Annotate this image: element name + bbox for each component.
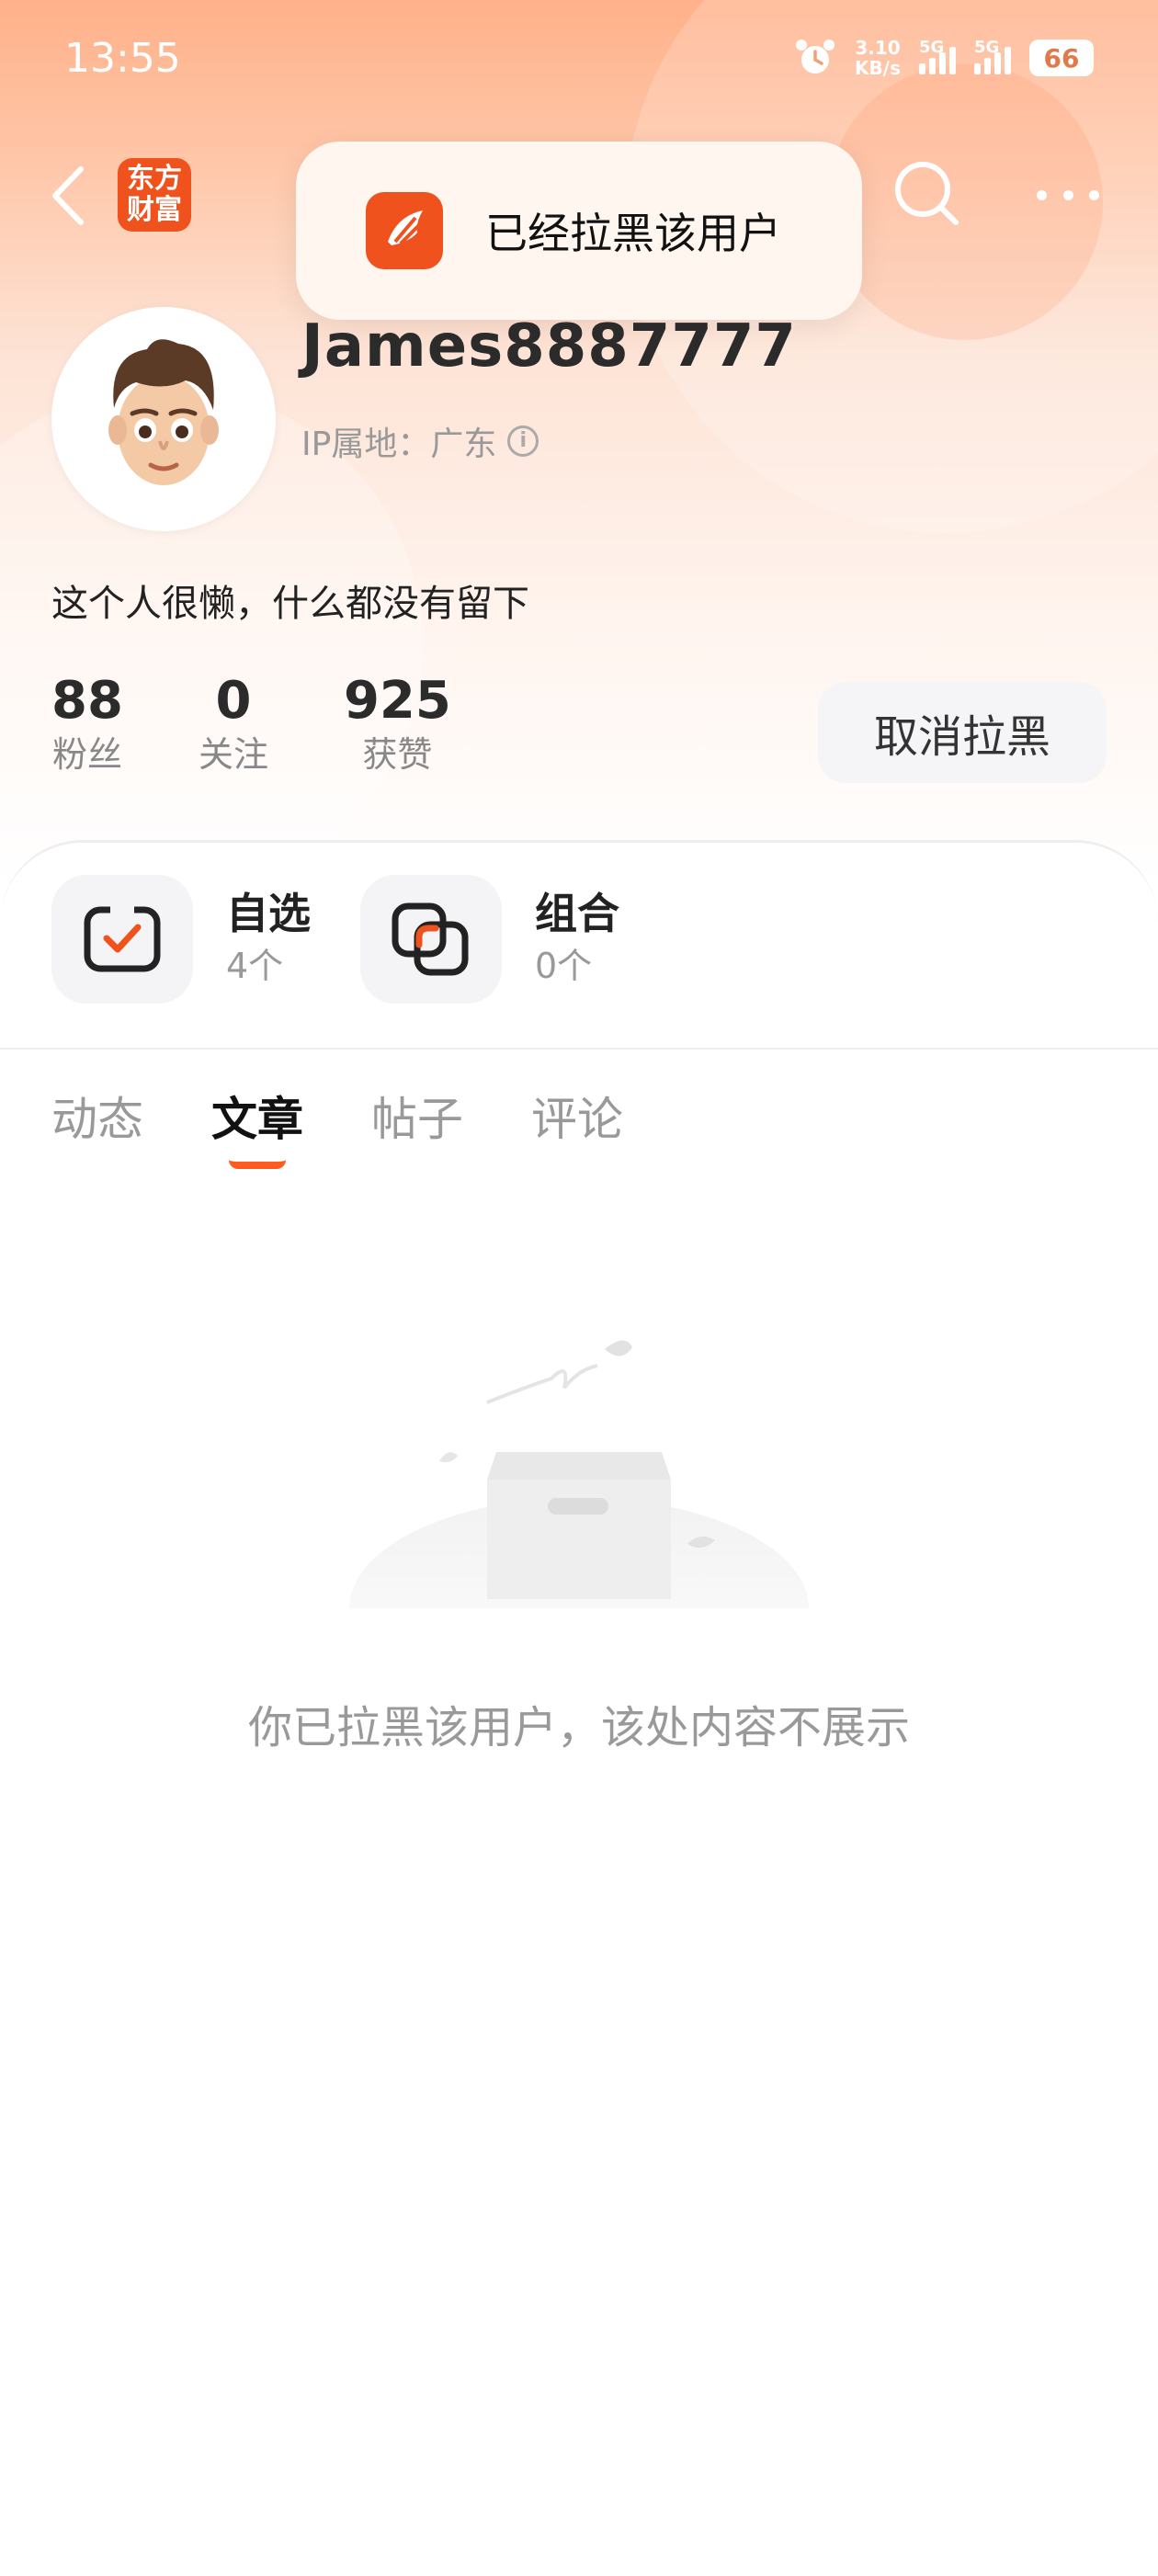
tab-comments[interactable]: 评论 xyxy=(531,1083,623,1149)
stat-value: 925 xyxy=(343,671,451,731)
ip-location-text: IP属地：广东 xyxy=(301,426,497,463)
network-label: 5G xyxy=(974,38,1000,57)
tab-label: 帖子 xyxy=(371,1093,463,1146)
content-tabs: 动态 文章 帖子 评论 xyxy=(51,1083,691,1169)
stat-label: 获赞 xyxy=(362,734,433,775)
stat-value: 88 xyxy=(51,671,123,731)
stat-label: 关注 xyxy=(198,734,268,775)
ip-location: IP属地：广东 i xyxy=(301,417,539,465)
profile-stats: 88 粉丝 0 关注 925 获赞 xyxy=(51,671,527,777)
tab-articles[interactable]: 文章 xyxy=(211,1083,303,1169)
empty-box-illustration xyxy=(349,1340,809,1608)
tab-posts[interactable]: 帖子 xyxy=(371,1083,463,1149)
portfolio-icon xyxy=(360,875,502,1004)
speed-unit: KB/s xyxy=(855,57,901,79)
search-icon[interactable] xyxy=(890,156,963,230)
signal-icon: 5G xyxy=(919,38,956,74)
network-speed: 3.10 KB/s xyxy=(855,38,901,78)
back-arrow-icon[interactable] xyxy=(48,164,88,228)
status-icons: 3.10 KB/s 5G 5G 66 xyxy=(794,37,1094,79)
watchlist-icon xyxy=(51,875,193,1004)
stat-value: 0 xyxy=(215,671,252,731)
portfolio-count: 0个 xyxy=(535,946,593,986)
portfolio-entry[interactable]: 组合 0个 xyxy=(360,875,619,1004)
stat-label: 粉丝 xyxy=(51,734,122,775)
stat-followers[interactable]: 88 粉丝 xyxy=(51,671,123,777)
stat-following[interactable]: 0 关注 xyxy=(199,671,268,777)
toast-notification: 已经拉黑该用户 xyxy=(296,142,862,320)
app-icon xyxy=(366,192,443,269)
divider xyxy=(0,1048,1158,1050)
network-label: 5G xyxy=(919,38,945,57)
more-options-icon[interactable] xyxy=(1037,184,1099,206)
tab-updates[interactable]: 动态 xyxy=(51,1083,143,1149)
toast-message: 已经拉黑该用户 xyxy=(485,209,781,258)
active-tab-indicator xyxy=(229,1160,286,1169)
app-logo[interactable]: 东方 财富 xyxy=(118,158,191,232)
status-time: 13:55 xyxy=(64,35,181,82)
speed-value: 3.10 xyxy=(855,37,901,59)
watchlist-entry[interactable]: 自选 4个 xyxy=(51,875,311,1004)
battery-indicator: 66 xyxy=(1029,40,1094,76)
tab-label: 动态 xyxy=(51,1093,143,1146)
user-bio: 这个人很懒，什么都没有留下 xyxy=(51,583,529,625)
watchlist-title: 自选 xyxy=(226,889,311,938)
stat-likes: 925 获赞 xyxy=(344,671,451,777)
username: James8887777 xyxy=(301,312,797,380)
tab-label: 评论 xyxy=(531,1093,623,1146)
tab-label: 文章 xyxy=(211,1093,303,1146)
logo-text: 财富 xyxy=(127,194,182,226)
info-icon[interactable]: i xyxy=(507,426,539,457)
avatar-memoji xyxy=(108,339,219,485)
alarm-icon xyxy=(796,40,835,74)
unblock-button[interactable]: 取消拉黑 xyxy=(818,682,1107,783)
avatar[interactable] xyxy=(51,307,276,531)
logo-text: 东方 xyxy=(127,163,182,195)
signal-icon: 5G xyxy=(974,38,1011,74)
empty-state-message: 你已拉黑该用户，该处内容不展示 xyxy=(247,1702,910,1753)
portfolio-title: 组合 xyxy=(535,889,619,938)
watchlist-count: 4个 xyxy=(226,946,284,986)
